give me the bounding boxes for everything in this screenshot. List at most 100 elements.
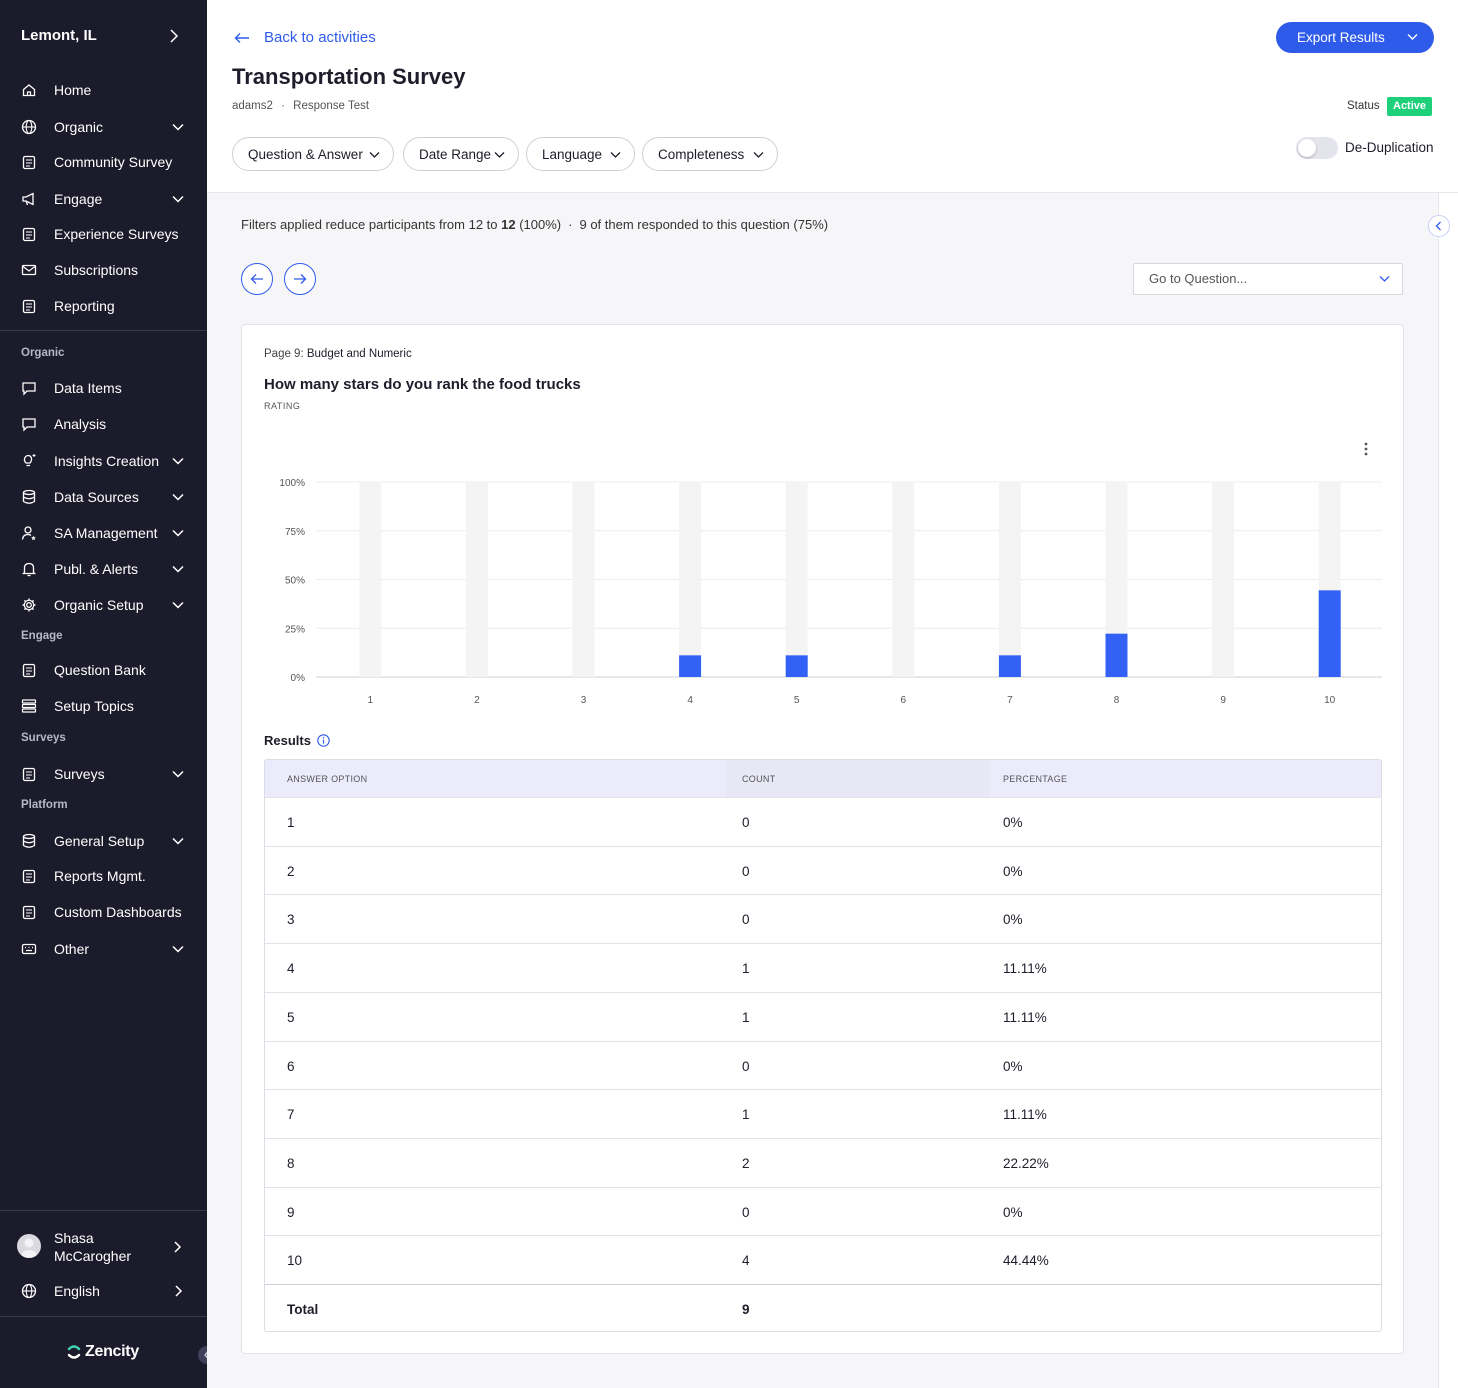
sidebar-item-sa-management[interactable]: SA Management xyxy=(0,515,207,551)
previous-question-button[interactable] xyxy=(241,263,273,295)
filter-summary-responded: 9 of them responded to this question (75… xyxy=(579,217,829,232)
zencity-logo-icon xyxy=(67,1345,81,1359)
next-question-button[interactable] xyxy=(284,263,316,295)
sidebar-item-label: Surveys xyxy=(54,766,105,782)
chevron-down-icon xyxy=(1407,34,1418,40)
export-label: Export Results xyxy=(1297,30,1385,45)
count-cell: 1 xyxy=(742,961,750,977)
chevron-down-icon xyxy=(172,837,184,845)
filter-language[interactable]: Language xyxy=(526,137,635,171)
count-cell: 0 xyxy=(742,1058,750,1074)
percentage-cell: 22.22% xyxy=(1003,1155,1049,1171)
bar xyxy=(1105,633,1128,677)
filter-date-range[interactable]: Date Range xyxy=(403,137,519,171)
chevron-down-icon xyxy=(172,770,184,778)
results-table: ANSWER OPTION COUNT PERCENTAGE 1 0 0% 2 0 0% 3… xyxy=(264,759,1382,1332)
x-tick-label: 4 xyxy=(687,695,693,706)
info-icon[interactable] xyxy=(317,734,330,747)
x-tick-label: 8 xyxy=(1114,695,1120,706)
filter-label: Question & Answer xyxy=(248,146,363,162)
sidebar-item-label: Other xyxy=(54,941,90,957)
expand-right-panel-button[interactable] xyxy=(1428,215,1450,237)
sidebar-item-other[interactable]: Other xyxy=(0,931,207,967)
answer-option-cell: 5 xyxy=(287,1009,295,1025)
answer-option-cell: 1 xyxy=(287,815,295,830)
total-count: 9 xyxy=(742,1302,750,1317)
go-to-question-select[interactable]: Go to Question... xyxy=(1133,263,1403,295)
question-card: Page 9: Budget and Numeric How many star… xyxy=(241,324,1404,1354)
arrow-left-icon xyxy=(234,32,249,43)
sidebar-item-surveys[interactable]: Surveys xyxy=(0,756,207,792)
sidebar-item-publ-alerts[interactable]: Publ. & Alerts xyxy=(0,551,207,587)
percentage-cell: 44.44% xyxy=(1003,1253,1049,1269)
sidebar-item-label: Organic Setup xyxy=(54,597,144,613)
column-header-answer-option[interactable]: ANSWER OPTION xyxy=(287,774,367,784)
avatar[interactable] xyxy=(17,1234,41,1258)
sidebar-item-label: Question Bank xyxy=(54,662,146,678)
sidebar-item-home[interactable]: Home xyxy=(0,72,207,108)
arrow-left-icon xyxy=(250,274,263,284)
bar-track xyxy=(998,482,1021,677)
column-header-count[interactable]: COUNT xyxy=(742,774,776,784)
go-to-question-placeholder: Go to Question... xyxy=(1149,271,1248,286)
sidebar-item-analysis[interactable]: Analysis xyxy=(0,406,207,442)
sidebar-item-custom-dashboards[interactable]: Custom Dashboards xyxy=(0,894,207,930)
filter-label: Date Range xyxy=(419,146,492,162)
more-options-icon[interactable] xyxy=(1363,441,1369,457)
chevron-down-icon xyxy=(172,123,184,131)
chevron-down-icon xyxy=(610,152,621,158)
page-number: Page 9: xyxy=(264,348,304,360)
clipboard-icon xyxy=(22,905,36,920)
clipboard-icon xyxy=(22,663,36,678)
chat-icon xyxy=(22,418,36,432)
question-type: RATING xyxy=(264,401,301,411)
sidebar-section-label: Platform xyxy=(21,799,68,811)
language-selector[interactable]: English xyxy=(0,1273,207,1309)
bar xyxy=(679,655,702,677)
divider xyxy=(0,330,207,331)
sidebar-item-data-sources[interactable]: Data Sources xyxy=(0,479,207,515)
percentage-cell: 11.11% xyxy=(1003,961,1047,977)
status-label: Status xyxy=(1347,100,1380,112)
filter-label: Language xyxy=(542,146,603,162)
sidebar-item-community-survey[interactable]: Community Survey xyxy=(0,144,207,180)
page-header: Back to activities Transportation Survey… xyxy=(207,0,1458,193)
chevron-right-icon[interactable] xyxy=(171,1240,185,1254)
sidebar-item-reporting[interactable]: Reporting xyxy=(0,288,207,324)
export-results-button[interactable]: Export Results xyxy=(1276,22,1434,53)
page-indicator: Page 9: Budget and Numeric xyxy=(264,348,412,360)
filter-completeness[interactable]: Completeness xyxy=(642,137,778,171)
survey-subtitle: Response Test xyxy=(293,100,370,112)
column-header-percentage[interactable]: PERCENTAGE xyxy=(1003,774,1067,784)
sidebar-item-data-items[interactable]: Data Items xyxy=(0,370,207,406)
filter-question-answer[interactable]: Question & Answer xyxy=(232,137,394,171)
sidebar-item-reports-mgmt[interactable]: Reports Mgmt. xyxy=(0,858,207,894)
y-tick-label: 100% xyxy=(279,478,305,489)
back-link[interactable]: Back to activities xyxy=(234,29,376,46)
sidebar-item-subscriptions[interactable]: Subscriptions xyxy=(0,252,207,288)
sidebar-item-organic[interactable]: Organic xyxy=(0,109,207,145)
sidebar-item-general-setup[interactable]: General Setup xyxy=(0,823,207,859)
sidebar-item-label: Setup Topics xyxy=(54,698,134,714)
user-name[interactable]: Shasa McCarogher xyxy=(54,1229,154,1265)
sidebar-item-insights-creation[interactable]: Insights Creation xyxy=(0,443,207,479)
globe-icon xyxy=(21,1283,37,1299)
percentage-cell: 0% xyxy=(1003,815,1023,830)
sidebar-item-experience-surveys[interactable]: Experience Surveys xyxy=(0,216,207,252)
deduplication-toggle[interactable] xyxy=(1296,137,1338,159)
sidebar-item-question-bank[interactable]: Question Bank xyxy=(0,652,207,688)
deduplication-label: De-Duplication xyxy=(1345,140,1434,155)
right-panel-rail xyxy=(1438,193,1458,1388)
separator-dot: · xyxy=(281,100,285,112)
sidebar-item-label: Custom Dashboards xyxy=(54,904,182,920)
sidebar-item-setup-topics[interactable]: Setup Topics xyxy=(0,688,207,724)
sidebar-item-engage[interactable]: Engage xyxy=(0,181,207,217)
chevron-right-icon[interactable] xyxy=(167,28,181,44)
filter-summary-text: Filters applied reduce participants from… xyxy=(241,217,502,232)
megaphone-icon xyxy=(22,192,34,206)
percentage-cell: 0% xyxy=(1003,1058,1023,1074)
bar xyxy=(785,655,808,677)
sidebar-item-label: Experience Surveys xyxy=(54,226,179,242)
filter-summary-pct: (100%) xyxy=(515,217,562,232)
sidebar-item-organic-setup[interactable]: Organic Setup xyxy=(0,587,207,623)
